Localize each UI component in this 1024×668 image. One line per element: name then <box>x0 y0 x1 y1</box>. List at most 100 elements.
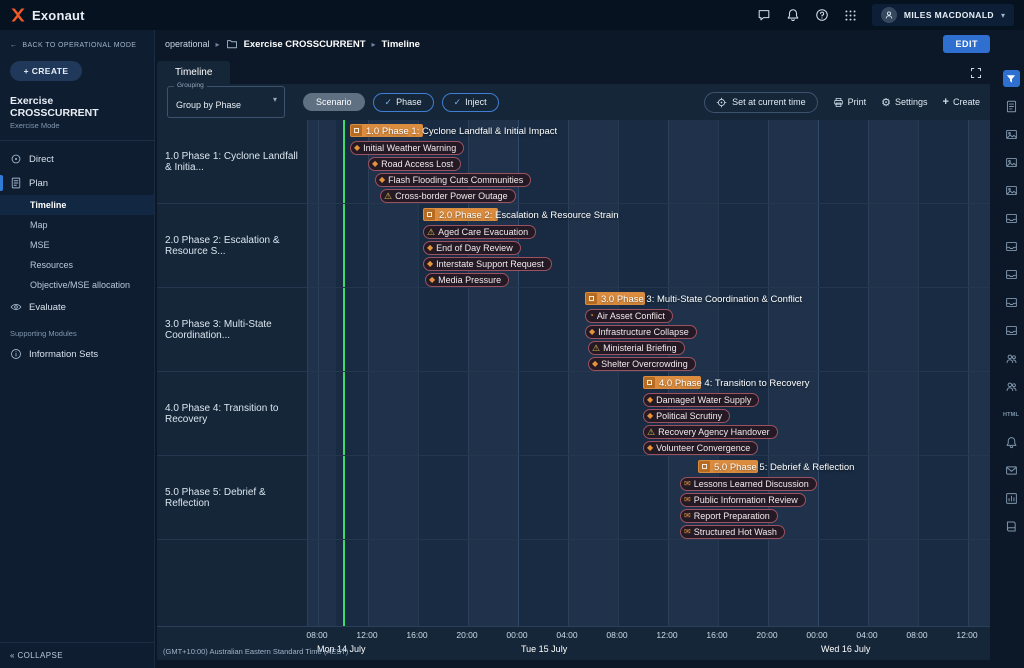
book-icon[interactable] <box>1003 518 1020 535</box>
collapse-button[interactable]: « COLLAPSE <box>0 642 154 668</box>
phase-icon <box>644 377 655 388</box>
html-icon[interactable]: HTML <box>1003 406 1020 423</box>
inject-pill[interactable]: ◆Interstate Support Request <box>423 257 552 271</box>
grouping-select[interactable]: Grouping Group by Phase ▾ <box>167 86 285 118</box>
inject-pill[interactable]: ◔Air Asset Conflict <box>585 309 673 323</box>
inject-pill[interactable]: ✉Report Preparation <box>680 509 778 523</box>
phase-bar[interactable]: 3.0 Phase 3: Multi-State Coordination & … <box>585 292 645 305</box>
envelope-icon: ✉ <box>684 496 691 504</box>
edit-button[interactable]: EDIT <box>943 35 990 53</box>
inject-pill[interactable]: ✉Structured Hot Wash <box>680 525 785 539</box>
phase-bar[interactable]: 2.0 Phase 2: Escalation & Resource Strai… <box>423 208 498 221</box>
phase-bar[interactable]: 4.0 Phase 4: Transition to Recovery <box>643 376 701 389</box>
archive-5-icon[interactable] <box>1003 322 1020 339</box>
archive-3-icon[interactable] <box>1003 266 1020 283</box>
inject-pill[interactable]: ◆End of Day Review <box>423 241 521 255</box>
settings-button[interactable]: ⚙ Settings <box>881 96 927 109</box>
print-button[interactable]: Print <box>833 97 867 108</box>
sidebar-item-direct[interactable]: Direct <box>0 147 154 171</box>
sidebar-item-map[interactable]: Map <box>0 215 154 235</box>
inject-pill[interactable]: ◆Shelter Overcrowding <box>588 357 696 371</box>
folder-icon <box>226 38 238 50</box>
back-to-operational-link[interactable]: ← BACK TO OPERATIONAL MODE <box>0 38 154 53</box>
inject-label: Road Access Lost <box>381 159 453 169</box>
sidebar-item-mse[interactable]: MSE <box>0 235 154 255</box>
sidebar-item-objective-mse-allocation[interactable]: Objective/MSE allocation <box>0 275 154 295</box>
inject-pill[interactable]: ✉Lessons Learned Discussion <box>680 477 817 491</box>
filter-chip-scenario[interactable]: Scenario <box>303 93 365 111</box>
sidebar-item-evaluate[interactable]: Evaluate <box>0 295 154 319</box>
plus-icon: + <box>24 66 29 76</box>
filter-icon[interactable] <box>1003 70 1020 87</box>
filter-chip-phase[interactable]: ✓Phase <box>373 93 434 112</box>
target-icon <box>716 97 727 108</box>
create-label: CREATE <box>32 66 69 76</box>
notifications-icon[interactable] <box>786 8 800 22</box>
set-current-time-button[interactable]: Set at current time <box>704 92 818 113</box>
sidebar-item-information-sets[interactable]: Information Sets <box>0 342 154 366</box>
group-label[interactable]: 2.0 Phase 2: Escalation & Resource S... <box>157 204 307 288</box>
users-2-icon[interactable] <box>1003 378 1020 395</box>
grouping-label: Grouping <box>174 82 207 89</box>
inject-pill[interactable]: ◆Flash Flooding Cuts Communities <box>375 173 531 187</box>
inject-pill[interactable]: ◆Political Scrutiny <box>643 409 730 423</box>
toolbar-actions: Set at current time Print ⚙ Settings <box>704 92 980 113</box>
inject-pill[interactable]: ◆Damaged Water Supply <box>643 393 759 407</box>
sidebar-item-plan[interactable]: Plan <box>0 171 154 195</box>
mail-icon[interactable] <box>1003 462 1020 479</box>
create-inject-button[interactable]: + Create <box>943 96 980 108</box>
users-icon[interactable] <box>1003 350 1020 367</box>
inject-pill[interactable]: ⚠Aged Care Evacuation <box>423 225 536 239</box>
fullscreen-icon[interactable] <box>970 67 982 79</box>
breadcrumb-operational[interactable]: operational <box>165 39 210 49</box>
phase-bar[interactable]: 1.0 Phase 1: Cyclone Landfall & Initial … <box>350 124 423 137</box>
inject-label: Ministerial Briefing <box>603 343 677 353</box>
timeline-chart: 1.0 Phase 1: Cyclone Landfall & Initia..… <box>157 120 990 660</box>
group-label[interactable]: 4.0 Phase 4: Transition to Recovery <box>157 372 307 456</box>
inject-label: Air Asset Conflict <box>597 311 665 321</box>
axis-tick: 00:00 <box>806 630 827 640</box>
image-panel-icon[interactable] <box>1003 126 1020 143</box>
chip-label: Scenario <box>316 97 352 107</box>
inject-pill[interactable]: ◆Infrastructure Collapse <box>585 325 697 339</box>
document-icon[interactable] <box>1003 98 1020 115</box>
help-icon[interactable] <box>815 8 829 22</box>
axis-tick: 16:00 <box>706 630 727 640</box>
exercise-mode-label: Exercise Mode <box>0 119 154 138</box>
filter-chip-inject[interactable]: ✓Inject <box>442 93 499 112</box>
phase-bar[interactable]: 5.0 Phase 5: Debrief & Reflection <box>698 460 758 473</box>
image-panel-3-icon[interactable] <box>1003 182 1020 199</box>
inject-pill[interactable]: ⚠Ministerial Briefing <box>588 341 685 355</box>
breadcrumb-timeline[interactable]: Timeline <box>382 39 420 50</box>
apps-icon[interactable] <box>844 9 857 22</box>
archive-icon[interactable] <box>1003 210 1020 227</box>
sidebar-item-timeline[interactable]: Timeline <box>0 195 154 215</box>
group-label[interactable]: 5.0 Phase 5: Debrief & Reflection <box>157 456 307 540</box>
chat-icon[interactable] <box>757 8 771 22</box>
supporting-modules-label: Supporting Modules <box>0 319 154 342</box>
inject-pill[interactable]: ⚠Cross-border Power Outage <box>380 189 516 203</box>
topbar: Exonaut MILES MACDONALD ▾ <box>0 0 1024 30</box>
axis-tick: 12:00 <box>656 630 677 640</box>
inject-pill[interactable]: ◆Initial Weather Warning <box>350 141 464 155</box>
user-menu[interactable]: MILES MACDONALD ▾ <box>872 4 1014 26</box>
chip-label: Phase <box>396 97 422 107</box>
archive-4-icon[interactable] <box>1003 294 1020 311</box>
envelope-icon: ✉ <box>684 528 691 536</box>
inject-pill[interactable]: ◆Road Access Lost <box>368 157 461 171</box>
report-icon[interactable] <box>1003 490 1020 507</box>
archive-2-icon[interactable] <box>1003 238 1020 255</box>
sidebar-item-resources[interactable]: Resources <box>0 255 154 275</box>
phase-bar-label: 2.0 Phase 2: Escalation & Resource Strai… <box>439 210 619 221</box>
inject-pill[interactable]: ⚠Recovery Agency Handover <box>643 425 778 439</box>
image-panel-2-icon[interactable] <box>1003 154 1020 171</box>
breadcrumb-exercise[interactable]: Exercise CROSSCURRENT <box>244 39 366 50</box>
bell-icon[interactable] <box>1003 434 1020 451</box>
inject-pill[interactable]: ✉Public Information Review <box>680 493 806 507</box>
inject-pill[interactable]: ◆Media Pressure <box>425 273 509 287</box>
inject-pill[interactable]: ◆Volunteer Convergence <box>643 441 758 455</box>
group-label[interactable]: 3.0 Phase 3: Multi-State Coordination... <box>157 288 307 372</box>
tab-timeline[interactable]: Timeline <box>157 61 230 84</box>
group-label[interactable]: 1.0 Phase 1: Cyclone Landfall & Initia..… <box>157 120 307 204</box>
create-button[interactable]: + CREATE <box>10 61 82 81</box>
